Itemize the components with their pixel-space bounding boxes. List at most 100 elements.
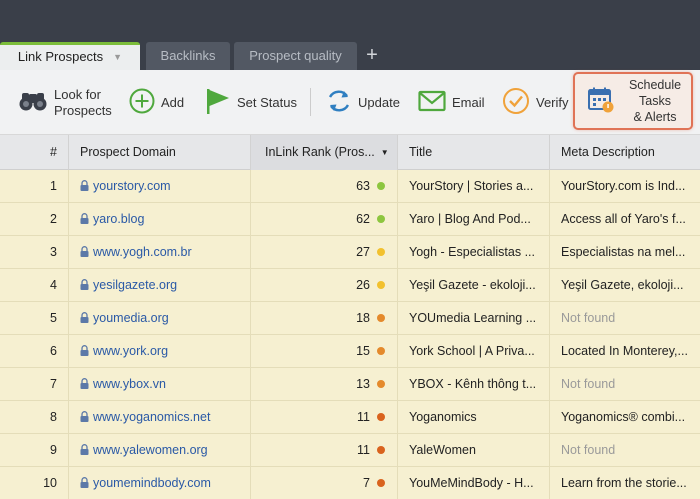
set-status-label: Set Status [237, 94, 297, 110]
rank-indicator-dot [377, 215, 385, 223]
prospect-domain-link[interactable]: www.yalewomen.org [93, 443, 208, 457]
prospect-domain-link[interactable]: yourstory.com [93, 179, 171, 193]
prospect-domain-cell[interactable]: youmedia.org [69, 302, 251, 335]
title-cell: Yeşil Gazete - ekoloji... [398, 269, 550, 302]
add-label: Add [161, 94, 185, 110]
prospect-domain-link[interactable]: yesilgazete.org [93, 278, 177, 292]
lock-icon [80, 435, 89, 455]
prospect-domain-cell[interactable]: yaro.blog [69, 203, 251, 236]
refresh-icon [326, 88, 352, 117]
schedule-tasks-alerts-button[interactable]: Schedule Tasks & Alerts [573, 72, 693, 130]
inlink-rank-cell: 7 [251, 467, 398, 499]
row-number: 8 [0, 401, 69, 434]
inlink-rank-cell: 18 [251, 302, 398, 335]
table-row[interactable]: 4 yesilgazete.org 26 Yeşil Gazete - ekoloji… [0, 269, 700, 302]
meta-description-cell: Especialistas na mel... [561, 245, 686, 259]
table-row[interactable]: 10 youmemindbody.com 7 YouMeMindBody - H...… [0, 467, 700, 499]
inlink-rank-value: 13 [356, 377, 370, 391]
inlink-rank-value: 7 [363, 476, 370, 490]
title-cell: YourStory | Stories a... [398, 170, 550, 203]
table-row[interactable]: 6 www.york.org 15 York School | A Priva... L… [0, 335, 700, 368]
inlink-rank-value: 27 [356, 245, 370, 259]
prospect-domain-cell[interactable]: yesilgazete.org [69, 269, 251, 302]
prospect-domain-link[interactable]: yaro.blog [93, 212, 144, 226]
prospect-domain-cell[interactable]: www.yogh.com.br [69, 236, 251, 269]
title-cell: YOUmedia Learning ... [398, 302, 550, 335]
title-cell: Yogh - Especialistas ... [398, 236, 550, 269]
update-button[interactable]: Update [326, 70, 400, 135]
table-row[interactable]: 8 www.yoganomics.net 11 Yoganomics Yoganomic… [0, 401, 700, 434]
column-header-inlink-rank[interactable]: InLink Rank (Pros... ▼ [251, 135, 398, 170]
look-for-prospects-label: Look for Prospects [54, 86, 112, 118]
prospect-domain-link[interactable]: www.yoganomics.net [93, 410, 210, 424]
email-button[interactable]: Email [418, 70, 485, 135]
prospect-domain-cell[interactable]: yourstory.com [69, 170, 251, 203]
tab-label: Link Prospects [17, 49, 104, 64]
prospect-domain-cell[interactable]: www.ybox.vn [69, 368, 251, 401]
table-row[interactable]: 3 www.yogh.com.br 27 Yogh - Especialistas .… [0, 236, 700, 269]
prospect-domain-link[interactable]: youmemindbody.com [93, 476, 211, 490]
title-cell: Yoganomics [398, 401, 550, 434]
toolbar-divider [310, 88, 311, 116]
row-number: 4 [0, 269, 69, 302]
prospect-domain-cell[interactable]: www.yoganomics.net [69, 401, 251, 434]
inlink-rank-cell: 63 [251, 170, 398, 203]
inlink-rank-cell: 11 [251, 401, 398, 434]
email-label: Email [452, 94, 485, 110]
meta-description-cell: Not found [561, 311, 616, 325]
add-tab-button[interactable]: + [362, 44, 382, 66]
rank-indicator-dot [377, 281, 385, 289]
look-for-prospects-button[interactable]: Look for Prospects [18, 70, 112, 135]
inlink-rank-cell: 15 [251, 335, 398, 368]
title-cell: YouMeMindBody - H... [398, 467, 550, 499]
meta-description-cell: YourStory.com is Ind... [561, 179, 686, 193]
add-button[interactable]: Add [129, 70, 184, 135]
table-header: # Prospect Domain InLink Rank (Pros... ▼ … [0, 135, 700, 170]
lock-icon [80, 468, 89, 488]
sort-desc-icon: ▼ [380, 148, 389, 157]
table-row[interactable]: 1 yourstory.com 63 YourStory | Stories a...… [0, 170, 700, 203]
tab-prospect-quality[interactable]: Prospect quality [234, 42, 357, 70]
prospect-domain-link[interactable]: www.yogh.com.br [93, 245, 192, 259]
prospect-domain-cell[interactable]: www.york.org [69, 335, 251, 368]
verify-button[interactable]: Verify [502, 70, 569, 135]
column-header-domain[interactable]: Prospect Domain [69, 135, 251, 170]
tab-link-prospects[interactable]: Link Prospects ▼ [0, 42, 140, 70]
rank-indicator-dot [377, 413, 385, 421]
prospect-domain-cell[interactable]: youmemindbody.com [69, 467, 251, 499]
column-header-num[interactable]: # [0, 135, 69, 170]
row-number: 1 [0, 170, 69, 203]
prospect-domain-link[interactable]: youmedia.org [93, 311, 169, 325]
inlink-rank-value: 26 [356, 278, 370, 292]
set-status-button[interactable]: Set Status [205, 70, 297, 135]
chevron-down-icon[interactable]: ▼ [113, 45, 122, 69]
table-row[interactable]: 5 youmedia.org 18 YOUmedia Learning ... Not … [0, 302, 700, 335]
inlink-rank-cell: 11 [251, 434, 398, 467]
row-number: 2 [0, 203, 69, 236]
inlink-rank-value: 18 [356, 311, 370, 325]
prospects-table-body: 1 yourstory.com 63 YourStory | Stories a...… [0, 170, 700, 499]
lock-icon [80, 303, 89, 323]
inlink-rank-cell: 62 [251, 203, 398, 236]
plus-circle-icon [129, 88, 155, 117]
prospect-domain-link[interactable]: www.ybox.vn [93, 377, 166, 391]
table-row[interactable]: 7 www.ybox.vn 13 YBOX - Kênh thông t... Not … [0, 368, 700, 401]
table-row[interactable]: 9 www.yalewomen.org 11 YaleWomen Not found [0, 434, 700, 467]
prospect-domain-cell[interactable]: www.yalewomen.org [69, 434, 251, 467]
meta-description-cell: Located In Monterey,... [561, 344, 688, 358]
lock-icon [80, 237, 89, 257]
column-header-meta[interactable]: Meta Description [550, 135, 700, 170]
inlink-rank-value: 62 [356, 212, 370, 226]
inlink-rank-cell: 26 [251, 269, 398, 302]
inlink-rank-value: 63 [356, 179, 370, 193]
rank-indicator-dot [377, 347, 385, 355]
verify-label: Verify [536, 94, 569, 110]
rank-indicator-dot [377, 479, 385, 487]
meta-description-cell: Not found [561, 443, 616, 457]
row-number: 9 [0, 434, 69, 467]
column-header-title[interactable]: Title [398, 135, 550, 170]
prospect-domain-link[interactable]: www.york.org [93, 344, 168, 358]
tab-backlinks[interactable]: Backlinks [146, 42, 230, 70]
tab-label: Backlinks [160, 48, 216, 63]
table-row[interactable]: 2 yaro.blog 62 Yaro | Blog And Pod... Access… [0, 203, 700, 236]
